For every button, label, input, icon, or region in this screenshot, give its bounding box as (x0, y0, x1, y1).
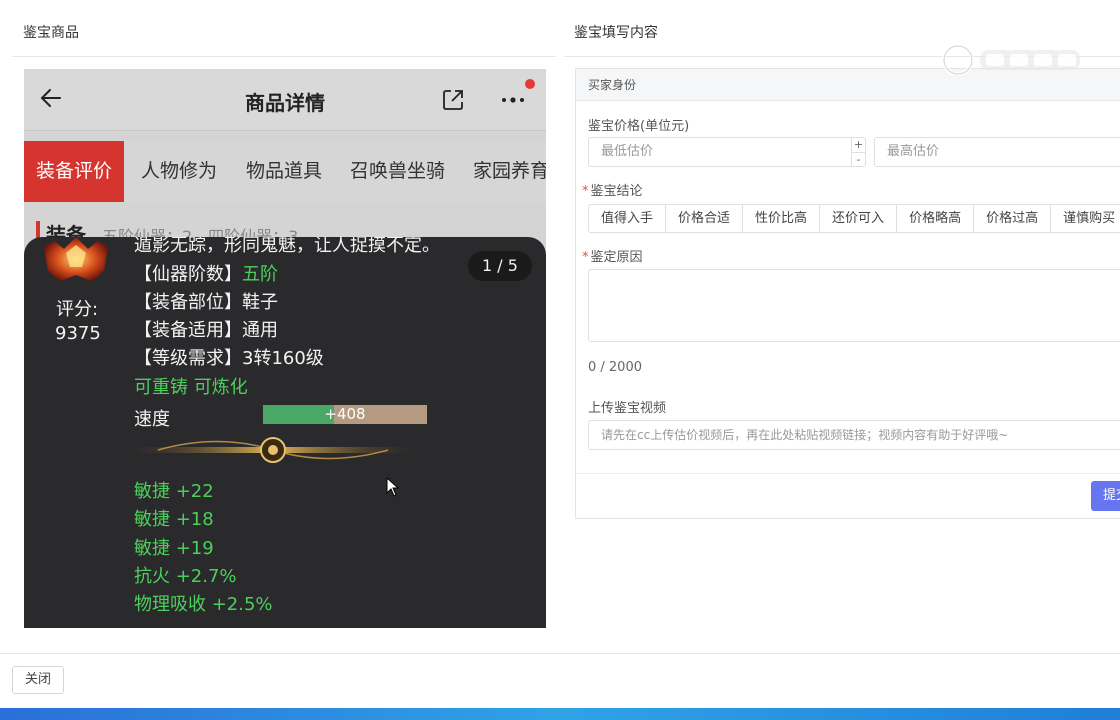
conclusion-option[interactable]: 谨慎购买 (1050, 204, 1120, 233)
speed-bar: +408 (263, 405, 427, 424)
close-button[interactable]: 关闭 (12, 666, 64, 694)
min-price-stepper[interactable]: + - (851, 138, 865, 166)
attr-line: 敏捷 +18 (134, 509, 214, 530)
submit-button[interactable]: 提交 (1091, 481, 1120, 511)
max-price-placeholder: 最高估价 (887, 144, 940, 159)
max-price-input[interactable]: 最高估价 (874, 137, 1120, 167)
recast-line: 可重铸 可炼化 (134, 377, 248, 398)
level-line: 【等级需求】3转160级 (134, 348, 324, 369)
left-title-divider (12, 56, 556, 57)
speed-label: 速度 (134, 409, 170, 430)
conclusion-option[interactable]: 价格合适 (665, 204, 744, 233)
left-section-title: 鉴宝商品 (23, 25, 79, 41)
attr-line: 抗火 +2.7% (134, 566, 237, 587)
phone-tab-pets: 召唤兽坐骑 (350, 160, 446, 182)
part-line: 【装备部位】鞋子 (134, 292, 278, 313)
use-line: 【装备适用】通用 (134, 320, 278, 341)
reason-char-counter: 0 / 2000 (588, 360, 642, 375)
phone-tab-character: 人物修为 (141, 160, 218, 182)
footer-divider (0, 653, 1120, 654)
right-section-title: 鉴宝填写内容 (574, 25, 658, 41)
video-label: 上传鉴宝视频 (588, 401, 667, 416)
reason-textarea[interactable] (588, 269, 1120, 342)
taskbar-strip (0, 708, 1120, 720)
rank-line: 【仙器阶数】五阶 (134, 260, 278, 286)
min-price-placeholder: 最低估价 (601, 144, 654, 159)
conclusion-option[interactable]: 值得入手 (588, 204, 667, 233)
attr-line: 敏捷 +19 (134, 538, 214, 559)
watermark-logo-icon (942, 44, 1080, 76)
reason-label: 鉴定原因 (590, 250, 643, 265)
conclusion-option[interactable]: 性价比高 (742, 204, 821, 233)
form-footer-divider (576, 473, 1120, 474)
share-icon (443, 90, 463, 110)
item-tooltip-overlay: 评分: 9375 1 / 5 遁影无踪，形同鬼魅，让人捉摸不定。 【仙器阶数】五… (24, 237, 546, 628)
conclusion-option[interactable]: 价格略高 (896, 204, 975, 233)
phone-header: 商品详情 (24, 69, 546, 131)
phone-tab-equipment: 装备评价 (24, 141, 125, 202)
item-intro-line: 遁影无踪，形同鬼魅，让人捉摸不定。 (134, 237, 440, 256)
rank-value: 五阶 (242, 264, 278, 285)
speed-value: +408 (324, 405, 366, 423)
required-mark: * (582, 184, 589, 199)
stepper-decrease-button[interactable]: - (852, 152, 865, 166)
video-link-placeholder: 请先在cc上传估价视频后，再在此处粘贴视频链接；视频内容有助于好评哦~ (601, 428, 1009, 442)
phone-tab-bar: 装备评价 人物修为 物品道具 召唤兽坐骑 家园养育 (24, 141, 546, 202)
price-label: 鉴宝价格(单位元) (588, 119, 690, 134)
stepper-increase-button[interactable]: + (852, 138, 865, 152)
attr-line: 敏捷 +22 (134, 481, 214, 502)
product-screenshot: 商品详情 装备评价 人物修为 物品道具 召唤兽坐骑 家园养育 装备 五阶仙器：2… (24, 69, 546, 628)
conclusion-option[interactable]: 价格过高 (973, 204, 1052, 233)
min-price-input[interactable]: 最低估价 + - (588, 137, 866, 167)
phone-tab-items: 物品道具 (246, 160, 323, 182)
score-value: 9375 (55, 323, 101, 344)
reason-label-row: * 鉴定原因 (582, 246, 643, 265)
required-mark: * (582, 250, 589, 265)
conclusion-label: 鉴宝结论 (590, 184, 643, 199)
image-counter: 1 / 5 (468, 251, 532, 281)
attr-line: 物理吸收 +2.5% (134, 594, 273, 615)
rank-label: 【仙器阶数】 (134, 264, 242, 285)
conclusion-radio-group: 值得入手 价格合适 性价比高 还价可入 价格略高 价格过高 谨慎购买 (588, 204, 1120, 233)
phone-tab-home: 家园养育 (473, 160, 546, 182)
mouse-cursor-icon (386, 477, 400, 497)
appraisal-form: 买家身份 鉴宝价格(单位元) 最低估价 + - 最高估价 * 鉴宝结论 值得入手价… (575, 68, 1120, 519)
score-label: 评分: (56, 299, 99, 320)
ornament-divider-icon (132, 437, 414, 463)
notification-dot (525, 79, 535, 89)
conclusion-option[interactable]: 还价可入 (819, 204, 898, 233)
appraisal-dialog: 鉴宝商品 鉴宝填写内容 商品详情 装备评价 人物修为 物品道具 召唤兽坐骑 家园… (0, 0, 1120, 720)
item-emblem-icon (44, 237, 108, 281)
more-icon (502, 97, 524, 103)
video-link-input[interactable]: 请先在cc上传估价视频后，再在此处粘贴视频链接；视频内容有助于好评哦~ (588, 420, 1120, 450)
phone-page-title: 商品详情 (245, 91, 325, 115)
conclusion-label-row: * 鉴宝结论 (582, 180, 643, 199)
